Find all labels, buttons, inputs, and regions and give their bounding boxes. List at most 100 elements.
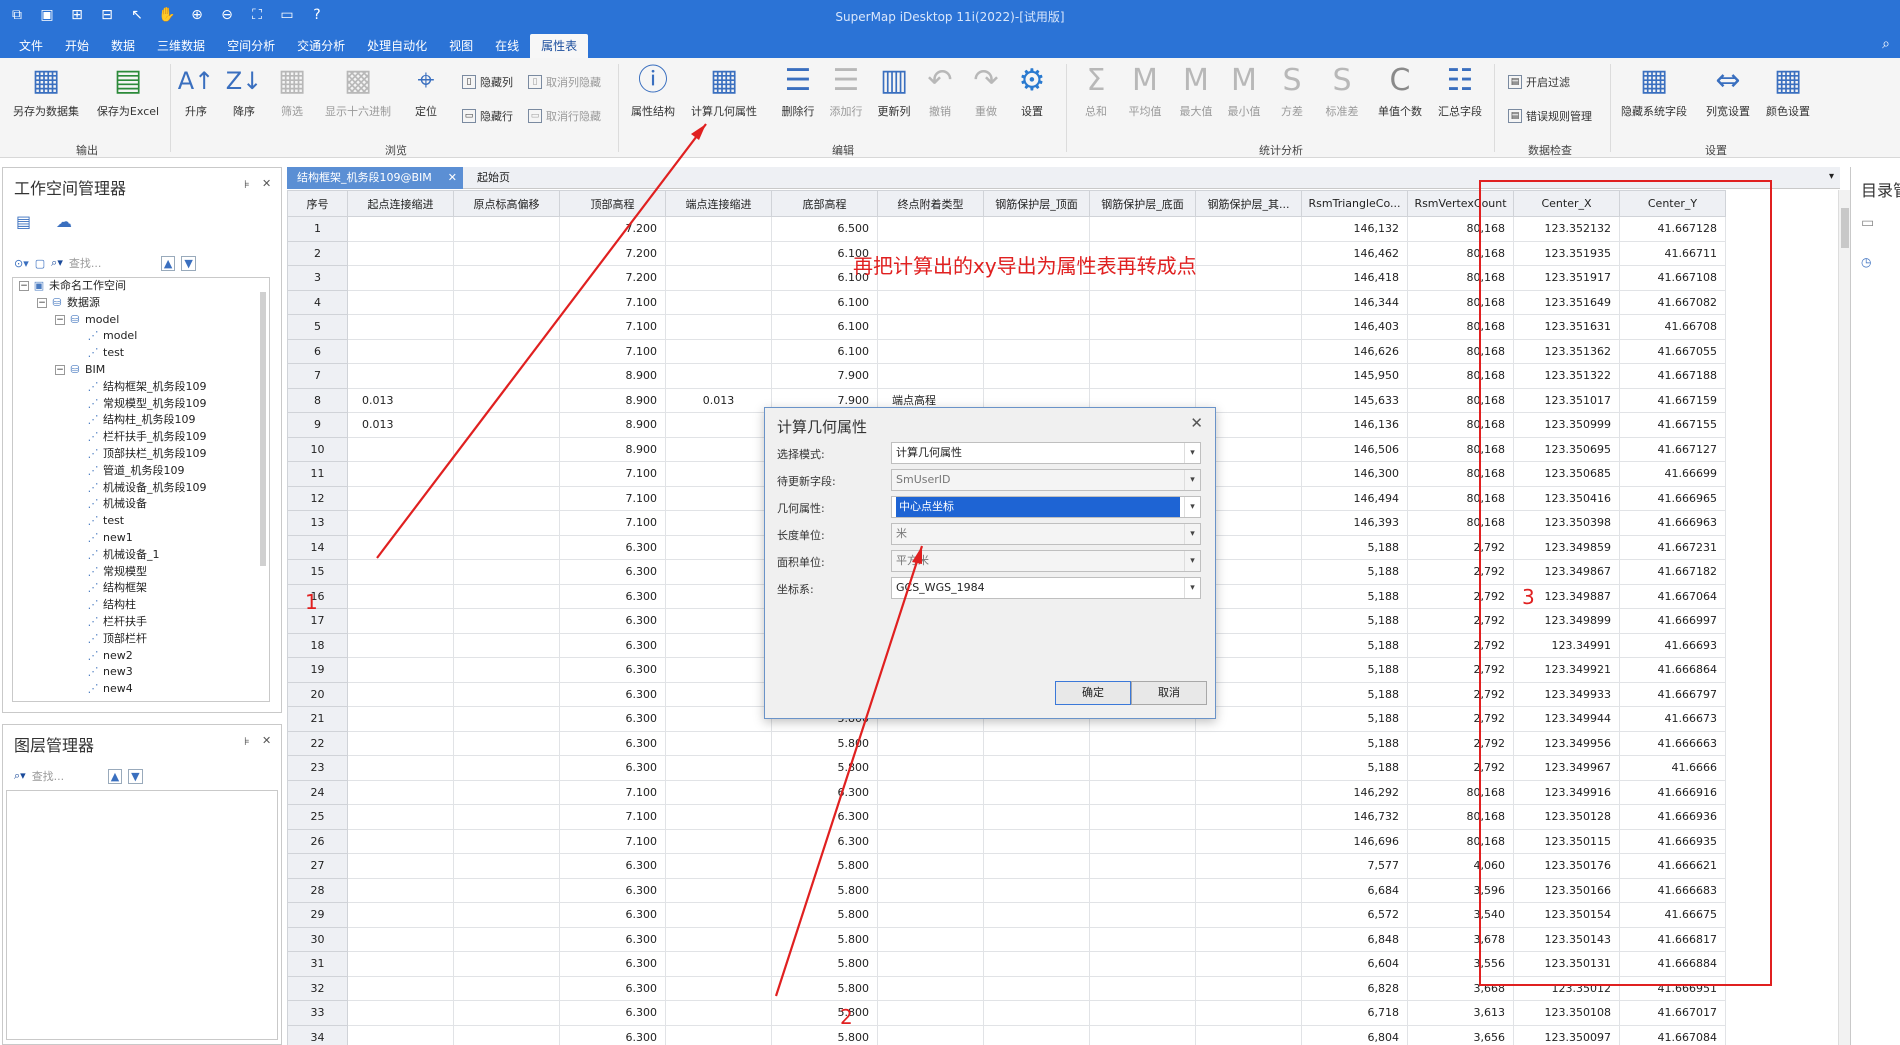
table-cell[interactable]: 7.200 [559,240,666,266]
table-cell[interactable]: 6,828 [1301,975,1408,1001]
menu-item-1[interactable]: 开始 [54,34,100,58]
table-cell[interactable] [1195,363,1302,389]
table-cell[interactable] [453,657,560,683]
table-cell[interactable] [453,338,560,364]
close-icon[interactable]: ✕ [262,177,271,190]
table-cell[interactable] [877,314,984,340]
table-cell[interactable]: 8.900 [559,387,666,413]
table-cell[interactable] [983,853,1090,879]
table-cell[interactable] [1089,216,1196,242]
row-number[interactable]: 30 [287,926,348,952]
table-cell[interactable] [983,363,1090,389]
chevron-down-icon[interactable]: ▾ [1184,551,1200,571]
row-number[interactable]: 15 [287,559,348,585]
table-cell[interactable] [347,681,454,707]
std-dev-button[interactable]: S 标准差 [1318,62,1366,119]
table-cell[interactable] [347,975,454,1001]
table-cell[interactable]: 123.350108 [1513,1000,1620,1026]
table-cell[interactable] [347,657,454,683]
table-cell[interactable] [877,902,984,928]
attribute-structure-button[interactable]: ⓘ 属性结构 [626,62,680,119]
table-cell[interactable] [665,877,772,903]
table-row[interactable]: 33 6.300 5.800 6,718 3,613 123.350108 41.66701… [287,1000,1726,1026]
table-cell[interactable]: 5,188 [1301,657,1408,683]
table-cell[interactable] [665,926,772,952]
tree-node[interactable]: ⋰ 管道_机务段109 [13,463,269,480]
table-cell[interactable] [665,485,772,511]
layer-search-input[interactable]: 查找... [32,768,102,784]
table-cell[interactable]: 146,732 [1301,804,1408,830]
row-number[interactable]: 22 [287,730,348,756]
row-number[interactable]: 34 [287,1024,348,1045]
table-cell[interactable]: 146,506 [1301,436,1408,462]
row-number[interactable]: 32 [287,975,348,1001]
table-cell[interactable]: 6,804 [1301,1024,1408,1045]
table-cell[interactable] [1195,902,1302,928]
table-cell[interactable] [453,510,560,536]
table-cell[interactable] [1089,730,1196,756]
dialog-field-combo[interactable]: GCS_WGS_1984 ▾ [891,577,1201,599]
collapse-toggle-icon[interactable]: − [55,314,65,325]
collapse-toggle-icon[interactable]: − [37,297,47,308]
row-number[interactable]: 11 [287,461,348,487]
chevron-down-icon[interactable]: ▾ [1184,497,1200,517]
show-hex-button[interactable]: ▩ 显示十六进制 [320,62,396,119]
table-cell[interactable]: 146,696 [1301,828,1408,854]
table-cell[interactable] [983,975,1090,1001]
locate-button[interactable]: ⌖ 定位 [404,62,448,119]
tree-node[interactable]: ⋰ 常规模型 [13,564,269,581]
table-cell[interactable] [453,975,560,1001]
search-icon[interactable]: ⌕▾ [51,256,63,270]
hide-system-fields-button[interactable]: ▦ 隐藏系统字段 [1616,62,1692,119]
table-cell[interactable]: 5,188 [1301,534,1408,560]
table-cell[interactable] [453,1000,560,1026]
table-cell[interactable] [347,485,454,511]
table-cell[interactable] [347,926,454,952]
tree-node[interactable]: ⋰ 顶部扶栏_机务段109 [13,446,269,463]
tree-node[interactable]: ⋰ 机械设备_1 [13,547,269,564]
table-cell[interactable]: 6,848 [1301,926,1408,952]
table-cell[interactable] [453,681,560,707]
row-number[interactable]: 5 [287,314,348,340]
scroll-thumb[interactable] [1841,208,1849,248]
table-cell[interactable]: 6.300 [559,706,666,732]
table-cell[interactable] [453,583,560,609]
table-cell[interactable] [983,926,1090,952]
table-cell[interactable] [665,1000,772,1026]
tree-node[interactable]: ⋰ new3 [13,664,269,681]
row-number[interactable]: 3 [287,265,348,291]
close-icon[interactable]: ✕ [262,734,271,747]
collapse-toggle-icon[interactable]: − [55,364,65,375]
table-cell[interactable] [877,926,984,952]
table-cell[interactable] [1195,216,1302,242]
tree-node[interactable]: ⋰ new4 [13,681,269,698]
table-cell[interactable] [347,608,454,634]
prev-icon[interactable]: ▲ [107,768,123,784]
menu-item-7[interactable]: 视图 [438,34,484,58]
workspace-search-input[interactable]: 查找... [69,255,139,271]
column-header[interactable]: 钢筋保护层_顶面 [983,190,1090,217]
table-cell[interactable] [1195,853,1302,879]
tree-scrollbar[interactable] [260,292,266,566]
table-cell[interactable]: 5,188 [1301,559,1408,585]
table-cell[interactable] [347,804,454,830]
dialog-field-combo[interactable]: 中心点坐标 ▾ [891,496,1201,518]
row-number[interactable]: 10 [287,436,348,462]
table-cell[interactable] [665,510,772,536]
save-as-dataset-button[interactable]: ▦ 另存为数据集 [8,62,84,119]
table-cell[interactable] [665,828,772,854]
table-cell[interactable]: 7.100 [559,289,666,315]
table-cell[interactable]: 146,344 [1301,289,1408,315]
table-cell[interactable] [877,730,984,756]
table-cell[interactable] [1089,338,1196,364]
tree-node[interactable]: − ▣ 未命名工作空间 [13,278,269,295]
table-cell[interactable] [347,510,454,536]
table-cell[interactable]: 8.900 [559,412,666,438]
prev-icon[interactable]: ▲ [160,255,176,271]
table-cell[interactable] [347,265,454,291]
column-header[interactable]: 底部高程 [771,190,878,217]
table-cell[interactable] [347,436,454,462]
table-cell[interactable] [665,338,772,364]
table-cell[interactable] [665,240,772,266]
table-cell[interactable] [665,314,772,340]
